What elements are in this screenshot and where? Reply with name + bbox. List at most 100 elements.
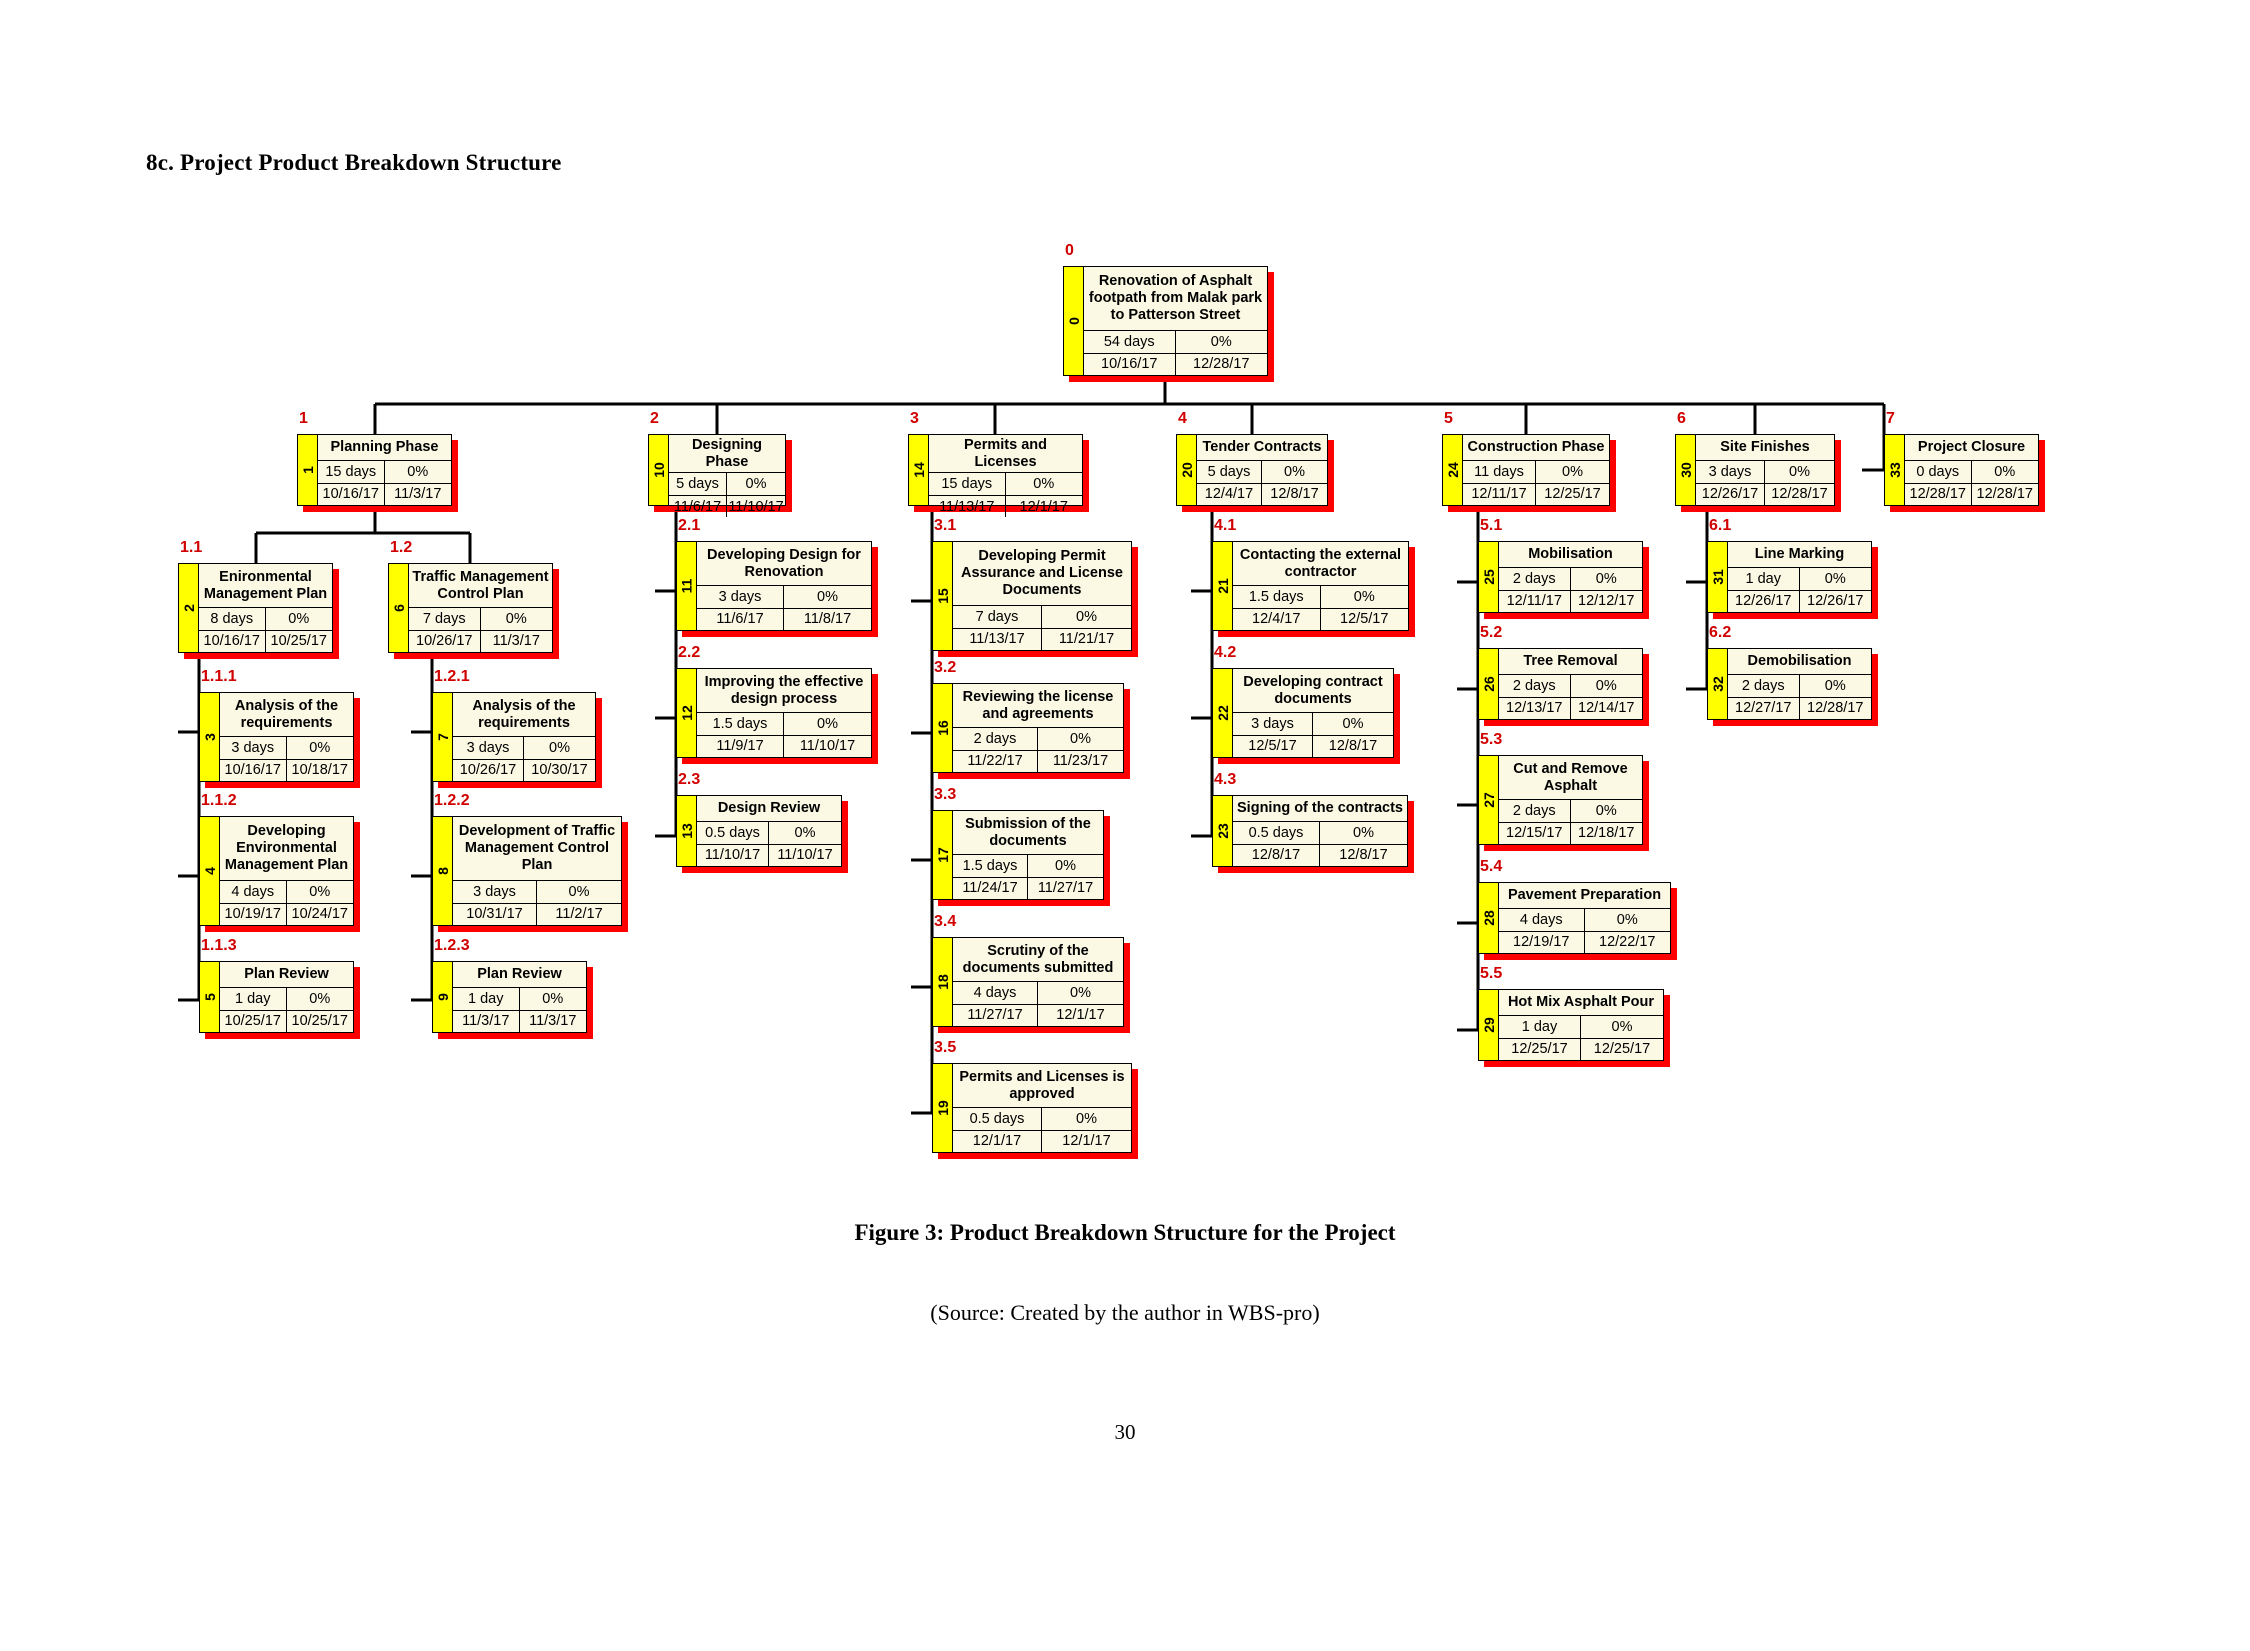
node-id-value: 25 [1480,569,1497,585]
wbs-node-5-4[interactable]: 5.4 28 Pavement Preparation 4 days 0% 12/19/1… [1478,859,1677,960]
wbs-node-1-2-2[interactable]: 1.2.2 8 Development of Traffic Management … [432,793,628,932]
node-id-strip: 32 [1708,649,1728,719]
wbs-node-5[interactable]: 5 24 Construction Phase 11 days 0% 12/11/17 12… [1442,411,1616,512]
wbs-node-5-3[interactable]: 5.3 27 Cut and Remove Asphalt 2 days 0% 12/15… [1478,732,1649,851]
node-title: Developing Permit Assurance and License … [953,542,1131,606]
wbs-code-label: 0 [1065,242,1074,259]
node-dates-row: 12/11/17 12/12/17 [1499,590,1642,612]
wbs-node-1-1[interactable]: 1.1 2 Enironmental Management Plan 8 days 0%… [178,540,339,659]
node-dates-row: 12/15/17 12/18/17 [1499,822,1642,844]
node-duration: 3 days [1696,461,1765,483]
node-dates-row: 10/16/17 11/3/17 [318,483,451,505]
node-finish-date: 12/26/17 [1807,593,1864,610]
node-id-strip: 1 [298,435,318,505]
wbs-node-2-1[interactable]: 2.1 11 Developing Design for Renovation 3 d… [676,518,878,637]
node-box: 14 Permits and Licenses 15 days 0% 11/13/17 1… [908,434,1083,518]
node-id-strip: 21 [1213,542,1233,630]
node-id-strip: 28 [1479,883,1499,953]
wbs-node-5-2[interactable]: 5.2 26 Tree Removal 2 days 0% 12/13/17 12/14/1… [1478,625,1649,726]
wbs-node-6-1[interactable]: 6.1 31 Line Marking 1 day 0% 12/26/17 12/26/17 [1707,518,1878,619]
node-percent-complete: 0% [288,610,310,627]
node-start-date: 12/11/17 [1499,591,1571,612]
wbs-node-1-1-3[interactable]: 1.1.3 5 Plan Review 1 day 0% 10/25/17 10/25/17 [199,938,360,1039]
node-start-date: 12/1/17 [953,1131,1042,1152]
node-percent-complete: 0% [1210,333,1232,350]
node-id-strip: 23 [1213,796,1233,866]
node-duration: 1 day [453,988,520,1010]
wbs-code-label: 6.1 [1709,517,1732,534]
wbs-node-1[interactable]: 1 1 Planning Phase 15 days 0% 10/16/17 11/3/17 [297,411,458,512]
wbs-code-label: 1.1.3 [201,937,237,954]
node-finish-date: 11/3/17 [394,486,442,503]
node-id-value: 5 [201,993,218,1001]
wbs-node-6-2[interactable]: 6.2 32 Demobilisation 2 days 0% 12/27/17 12/28… [1707,625,1878,726]
wbs-node-0[interactable]: 0 0 Renovation of Asphalt footpath from Ma… [1063,243,1274,382]
node-body: Plan Review 1 day 0% 10/25/17 10/25/17 [220,962,353,1032]
wbs-node-1-1-2[interactable]: 1.1.2 4 Developing Environmental Managemen… [199,793,360,932]
node-start-date: 11/13/17 [929,496,1006,518]
wbs-node-4[interactable]: 4 20 Tender Contracts 5 days 0% 12/4/17 12/8/1… [1176,411,1334,512]
node-finish-date: 11/23/17 [1052,753,1109,770]
node-duration: 8 days [199,608,266,630]
wbs-node-2-3[interactable]: 2.3 13 Design Review 0.5 days 0% 11/10/17 11/1… [676,772,848,873]
wbs-node-3-3[interactable]: 3.3 17 Submission of the documents 1.5 days… [932,787,1110,906]
wbs-code-label: 2.1 [678,517,701,534]
node-body: Tender Contracts 5 days 0% 12/4/17 12/8/17 [1197,435,1327,505]
wbs-node-3-4[interactable]: 3.4 18 Scrutiny of the documents submitted… [932,914,1130,1033]
wbs-node-2-2[interactable]: 2.2 12 Improving the effective design proc… [676,645,878,764]
wbs-node-1-1-1[interactable]: 1.1.1 3 Analysis of the requirements 3 days… [199,669,360,788]
node-duration: 7 days [409,608,481,630]
node-duration: 2 days [1499,568,1571,590]
wbs-node-4-3[interactable]: 4.3 23 Signing of the contracts 0.5 days 0% 1… [1212,772,1414,873]
node-finish-date: 11/21/17 [1058,631,1115,648]
node-duration: 2 days [1499,675,1571,697]
wbs-node-3-1[interactable]: 3.1 15 Developing Permit Assurance and Lic… [932,518,1138,657]
node-box: 6 Traffic Management Control Plan 7 days 0%… [388,563,553,653]
node-box: 32 Demobilisation 2 days 0% 12/27/17 12/28/17 [1707,648,1872,720]
node-title: Construction Phase [1463,435,1609,461]
wbs-node-6[interactable]: 6 30 Site Finishes 3 days 0% 12/26/17 12/28/17 [1675,411,1841,512]
node-duration: 0.5 days [697,822,769,844]
wbs-node-1-2-1[interactable]: 1.2.1 7 Analysis of the requirements 3 days… [432,669,602,788]
node-duration-row: 1.5 days 0% [1233,586,1408,608]
wbs-node-3-5[interactable]: 3.5 19 Permits and Licenses is approved 0.5… [932,1040,1138,1159]
node-body: Reviewing the license and agreements 2 da… [953,684,1123,772]
node-duration: 15 days [318,461,385,483]
node-body: Tree Removal 2 days 0% 12/13/17 12/14/17 [1499,649,1642,719]
wbs-node-1-2-3[interactable]: 1.2.3 9 Plan Review 1 day 0% 11/3/17 11/3/17 [432,938,593,1039]
node-id-value: 28 [1480,910,1497,926]
wbs-code-label: 5.3 [1480,731,1503,748]
node-box: 27 Cut and Remove Asphalt 2 days 0% 12/15/17… [1478,755,1643,845]
node-start-date: 12/25/17 [1499,1039,1581,1060]
wbs-node-4-2[interactable]: 4.2 22 Developing contract documents 3 days… [1212,645,1400,764]
node-body: Submission of the documents 1.5 days 0% 11/… [953,811,1103,899]
wbs-code-label: 3 [910,410,919,427]
node-finish-date: 12/18/17 [1578,825,1635,842]
wbs-node-5-5[interactable]: 5.5 29 Hot Mix Asphalt Pour 1 day 0% 12/25/17… [1478,966,1670,1067]
node-dates-row: 12/28/17 12/28/17 [1905,483,2038,505]
wbs-node-5-1[interactable]: 5.1 25 Mobilisation 2 days 0% 12/11/17 12/12/1… [1478,518,1649,619]
node-percent-complete: 0% [1284,463,1305,480]
wbs-node-7[interactable]: 7 33 Project Closure 0 days 0% 12/28/17 12/28/… [1884,411,2045,512]
node-start-date: 12/15/17 [1499,823,1571,844]
node-box: 28 Pavement Preparation 4 days 0% 12/19/17 12… [1478,882,1671,954]
node-title: Permits and Licenses is approved [953,1064,1131,1108]
wbs-code-label: 5.1 [1480,517,1503,534]
node-id-value: 16 [934,720,951,736]
node-id-value: 15 [934,588,951,604]
wbs-node-3-2[interactable]: 3.2 16 Reviewing the license and agreement… [932,660,1130,779]
node-duration: 1.5 days [697,713,784,735]
wbs-code-label: 6 [1677,410,1686,427]
wbs-node-3[interactable]: 3 14 Permits and Licenses 15 days 0% 11/13/17… [908,411,1089,518]
node-finish-date: 10/25/17 [291,1013,348,1030]
node-id-value: 4 [201,867,218,875]
node-finish-date: 12/28/17 [1193,356,1250,373]
node-finish-date: 12/28/17 [1976,486,2033,503]
node-id-value: 26 [1480,676,1497,692]
wbs-node-2[interactable]: 2 10 Designing Phase 5 days 0% 11/6/17 11/10/1… [648,411,792,518]
wbs-node-4-1[interactable]: 4.1 21 Contacting the external contractor 1… [1212,518,1415,637]
node-dates-row: 12/4/17 12/5/17 [1233,608,1408,630]
wbs-node-1-2[interactable]: 1.2 6 Traffic Management Control Plan 7 day… [388,540,559,659]
wbs-code-label: 1.2 [390,539,413,556]
node-dates-row: 11/3/17 11/3/17 [453,1010,586,1032]
